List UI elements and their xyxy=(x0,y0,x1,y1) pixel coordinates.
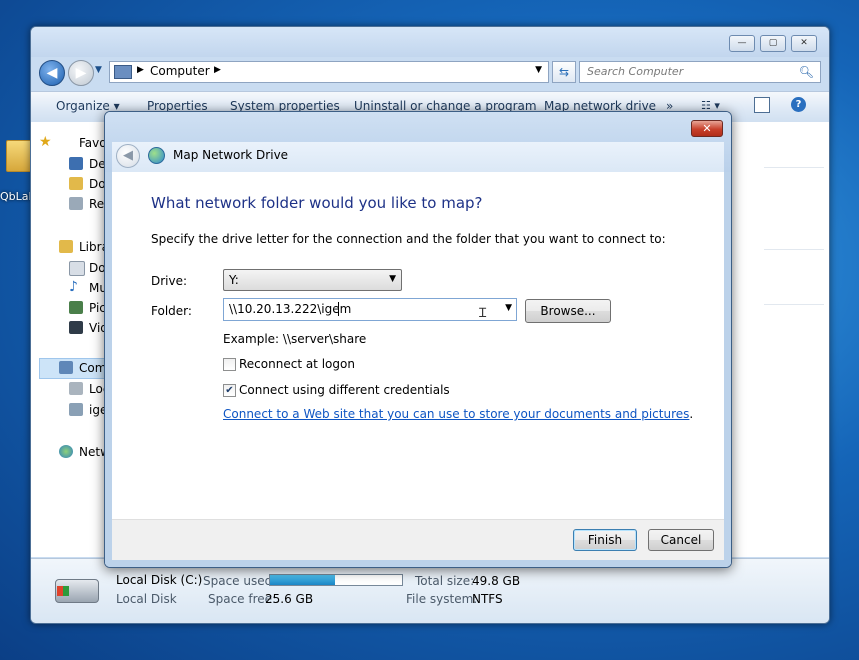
text-caret xyxy=(338,302,339,316)
dialog-back-button[interactable]: ◀ xyxy=(116,144,140,168)
help-icon[interactable]: ? xyxy=(791,97,806,112)
dialog-frame xyxy=(724,172,731,567)
map-network-drive-dialog: ✕ ◀ Map Network Drive What network folde… xyxy=(104,111,732,568)
nav-item-favorites[interactable]: Favo xyxy=(79,136,107,150)
libraries-icon xyxy=(59,240,73,253)
file-system-label: File system: xyxy=(406,592,478,606)
connect-web-site-link[interactable]: Connect to a Web site that you can use t… xyxy=(223,407,689,421)
forward-button[interactable]: ▶ xyxy=(68,60,94,86)
refresh-icon: ⇆ xyxy=(558,65,570,79)
minimize-button[interactable]: — xyxy=(729,35,755,52)
breadcrumb-chevron-icon[interactable]: ▶ xyxy=(214,65,221,75)
folder-value: \\10.20.13.222\igem xyxy=(229,302,352,316)
mouse-ibeam-cursor-icon: Ɪ xyxy=(479,306,487,321)
file-system-value: NTFS xyxy=(472,592,503,606)
network-icon xyxy=(59,445,73,458)
back-button[interactable]: ◀ xyxy=(39,60,65,86)
total-size-label: Total size: xyxy=(415,574,475,588)
desktop-icon xyxy=(69,157,83,170)
pictures-icon xyxy=(69,301,83,314)
close-button[interactable]: ✕ xyxy=(791,35,817,52)
cancel-button[interactable]: Cancel xyxy=(648,529,714,551)
folder-label: Folder: xyxy=(151,304,192,318)
arrow-right-icon: ▶ xyxy=(75,65,87,81)
music-icon: ♪ xyxy=(69,279,78,295)
finish-button[interactable]: Finish xyxy=(573,529,637,551)
maximize-button[interactable]: ▢ xyxy=(760,35,786,52)
local-disk-icon xyxy=(69,382,83,395)
network-drive-globe-icon xyxy=(148,147,165,164)
arrow-left-icon: ◀ xyxy=(123,148,133,163)
address-bar[interactable]: ▶ Computer ▶ ▼ xyxy=(109,61,549,83)
dialog-frame xyxy=(105,559,731,567)
drive-letter-select[interactable]: Y: ▼ xyxy=(223,269,402,291)
dialog-body: What network folder would you like to ma… xyxy=(112,172,724,519)
group-divider xyxy=(764,167,824,168)
browse-button[interactable]: Browse... xyxy=(525,299,611,323)
drive-type: Local Disk xyxy=(116,592,177,606)
explorer-titlebar: — ▢ ✕ xyxy=(31,27,829,57)
downloads-icon xyxy=(69,177,83,190)
windows-logo-icon xyxy=(57,586,69,596)
nav-item-recent-places[interactable]: Re xyxy=(89,197,104,211)
folder-history-dropdown-icon[interactable]: ▼ xyxy=(505,303,512,313)
navigation-pane: ★ Favo De Do Re Libra Do ♪ Mu Pic Vid Co… xyxy=(31,122,115,557)
search-box[interactable]: Search Computer 🔍︎ xyxy=(579,61,821,83)
reconnect-checkbox[interactable] xyxy=(223,358,236,371)
documents-icon xyxy=(69,261,85,276)
breadcrumb-chevron-icon[interactable]: ▶ xyxy=(137,65,144,75)
breadcrumb-computer[interactable]: Computer xyxy=(150,64,210,78)
videos-icon xyxy=(69,321,83,334)
computer-icon xyxy=(59,361,73,374)
drive-name: Local Disk (C:) xyxy=(116,573,203,587)
dialog-frame xyxy=(105,172,112,567)
dialog-instructions: Specify the drive letter for the connect… xyxy=(151,232,666,246)
different-credentials-checkbox[interactable]: ✔ xyxy=(223,384,236,397)
refresh-button[interactable]: ⇆ xyxy=(552,61,576,83)
folder-example: Example: \\server\share xyxy=(223,332,367,346)
dropdown-arrow-icon: ▼ xyxy=(389,274,396,284)
space-used-label: Space used: xyxy=(203,574,277,588)
star-icon: ★ xyxy=(39,134,52,150)
dialog-close-button[interactable]: ✕ xyxy=(691,120,723,137)
recent-places-icon xyxy=(69,197,83,210)
nav-item-computer[interactable]: Com xyxy=(79,361,106,375)
dialog-title: Map Network Drive xyxy=(173,148,289,162)
space-free-value: 25.6 GB xyxy=(265,592,314,606)
dialog-header: ◀ Map Network Drive xyxy=(112,142,724,172)
total-size-value: 49.8 GB xyxy=(472,574,521,588)
drive-label: Drive: xyxy=(151,274,188,288)
network-drive-icon xyxy=(69,403,83,416)
space-used-bar xyxy=(269,574,403,586)
computer-icon xyxy=(114,65,132,79)
arrow-left-icon: ◀ xyxy=(46,65,58,81)
preview-pane-icon[interactable] xyxy=(754,97,770,113)
drive-letter-value: Y: xyxy=(229,273,239,287)
folder-input[interactable]: \\10.20.13.222\igem Ɪ ▼ xyxy=(223,298,517,321)
recent-pages-dropdown[interactable]: ▼ xyxy=(95,65,102,75)
address-history-dropdown[interactable]: ▼ xyxy=(535,65,542,75)
search-input[interactable]: Search Computer xyxy=(587,65,683,78)
desktop-shortcut[interactable]: QbLab xyxy=(0,138,36,203)
web-site-link-line: Connect to a Web site that you can use t… xyxy=(223,407,693,421)
reconnect-label[interactable]: Reconnect at logon xyxy=(239,357,355,371)
search-icon[interactable]: 🔍︎ xyxy=(799,65,814,79)
space-used-bar-fill xyxy=(270,575,335,585)
group-divider xyxy=(764,304,824,305)
group-divider xyxy=(764,249,824,250)
link-suffix: . xyxy=(689,407,694,421)
different-credentials-label[interactable]: Connect using different credentials xyxy=(239,383,450,397)
dialog-footer: Finish Cancel xyxy=(112,519,724,560)
dialog-heading: What network folder would you like to ma… xyxy=(151,194,483,212)
